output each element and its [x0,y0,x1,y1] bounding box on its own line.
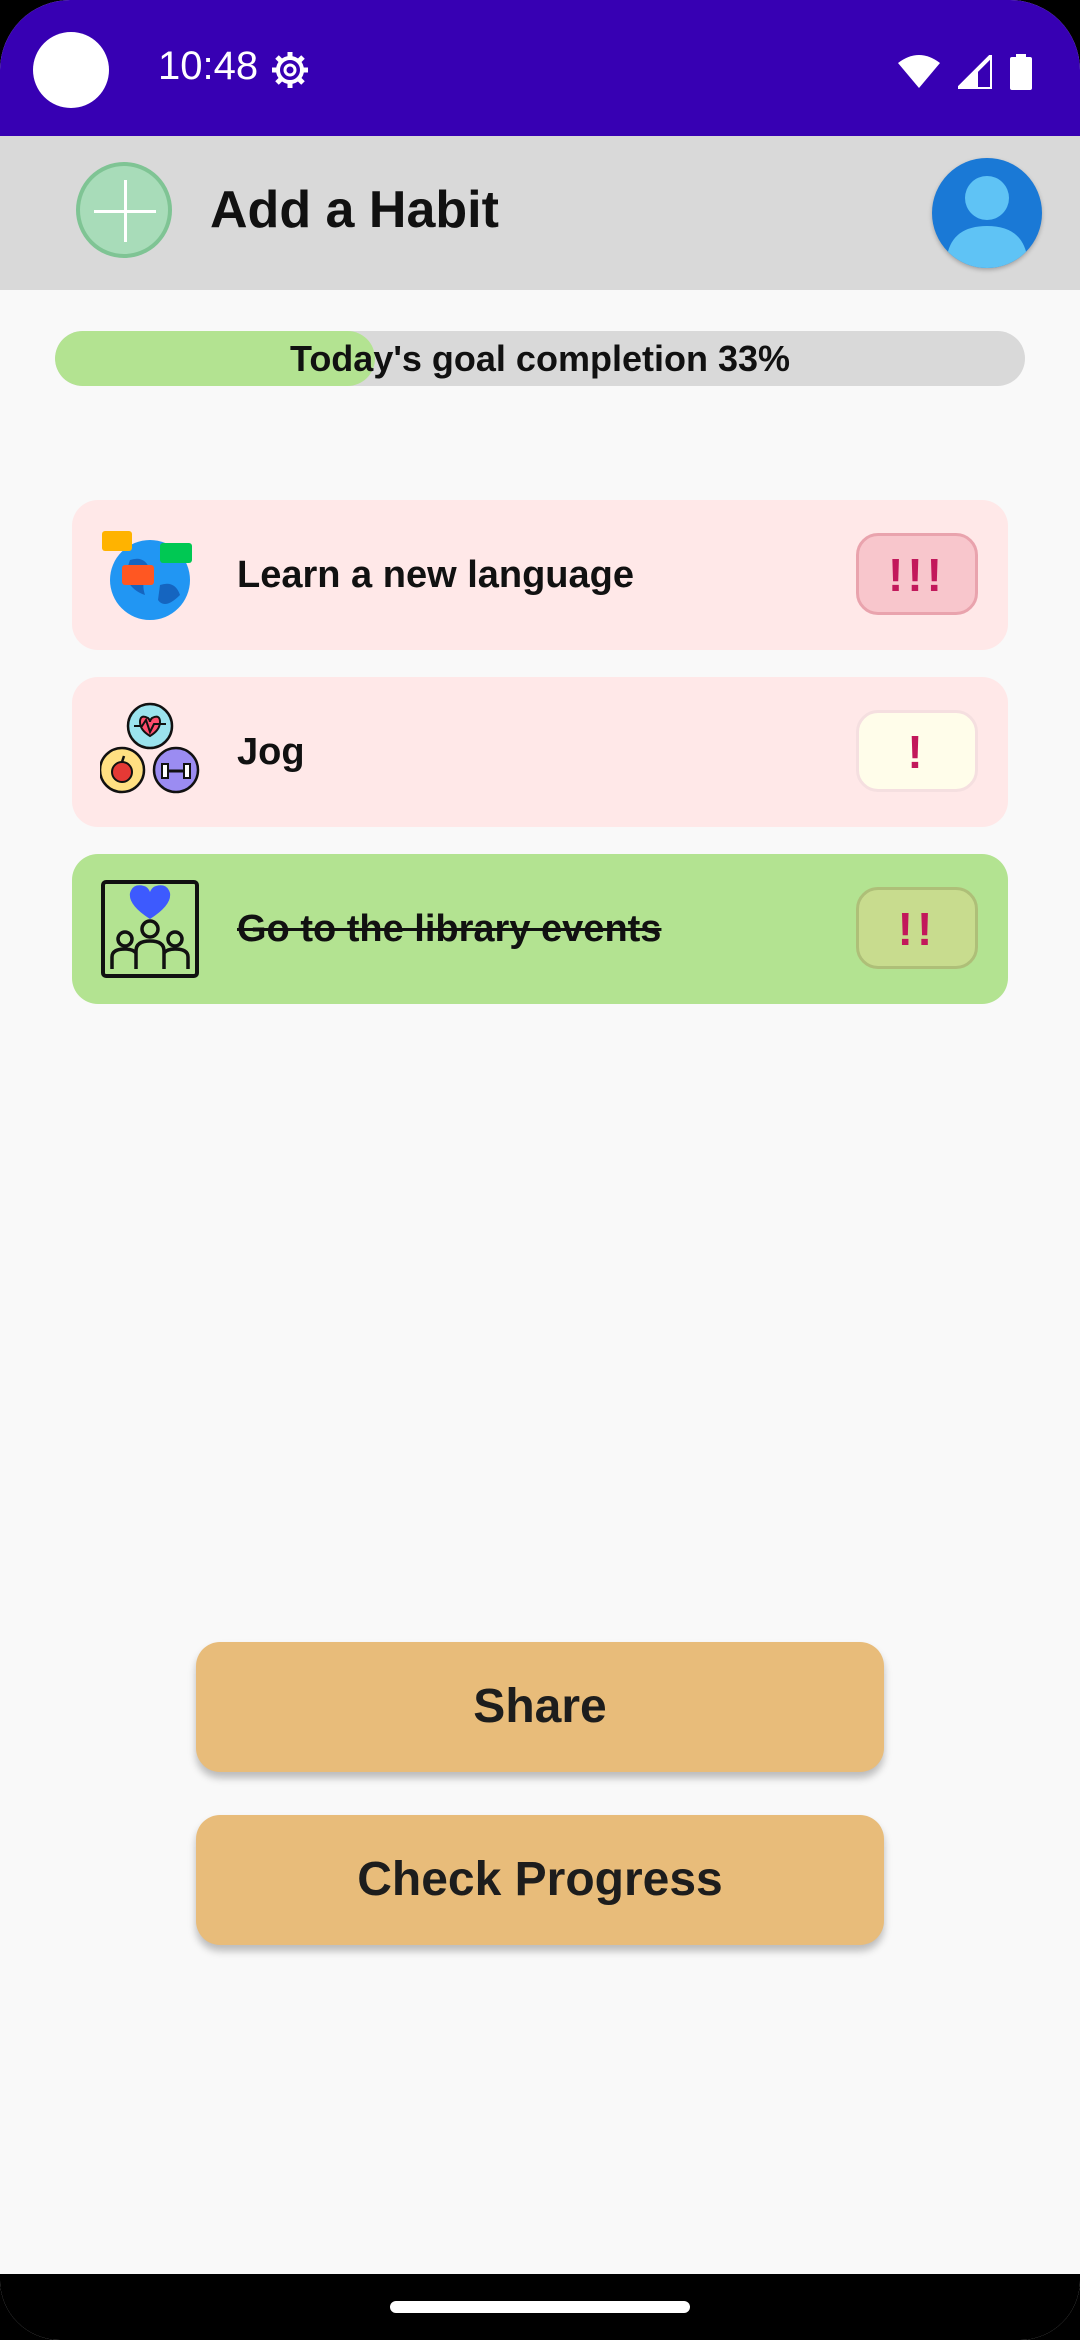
status-time: 10:48 [158,44,259,88]
priority-badge[interactable]: ! [856,710,978,792]
habit-title: Go to the library events [237,908,662,950]
progress-label: Today's goal completion 33% [290,338,790,379]
page-title: Add a Habit [210,181,499,239]
avatar-silhouette [946,176,1028,268]
habit-card-jog[interactable]: Jog ! [72,677,1008,827]
signal-icon [958,55,992,89]
habit-card-language[interactable]: Learn a new language !!! [72,500,1008,650]
app-bar: Add a Habit [0,136,1080,290]
health-fitness-icon [100,702,200,794]
home-indicator[interactable] [390,2301,690,2313]
wifi-icon [898,55,940,88]
priority-badge[interactable]: !! [856,887,978,969]
camera-cutout [33,32,109,108]
community-heart-icon [101,880,199,978]
phone-screen: 10:48 Add a Habit Today's goal completio… [0,0,1080,2340]
habit-card-library[interactable]: Go to the library events !! [72,854,1008,1004]
settings-gear-icon [272,52,308,88]
goal-progress-bar: Today's goal completion 33% [55,331,1025,386]
check-progress-button[interactable]: Check Progress [196,1815,884,1945]
battery-icon [1010,54,1032,90]
habit-title: Jog [237,731,305,773]
status-bar: 10:48 [0,0,1080,136]
habit-title: Learn a new language [237,554,634,596]
status-icons [898,52,1032,92]
add-habit-button[interactable] [76,162,172,258]
globe-language-icon [102,531,192,620]
user-avatar-icon[interactable] [932,158,1042,268]
priority-badge[interactable]: !!! [856,533,978,615]
share-button[interactable]: Share [196,1642,884,1772]
